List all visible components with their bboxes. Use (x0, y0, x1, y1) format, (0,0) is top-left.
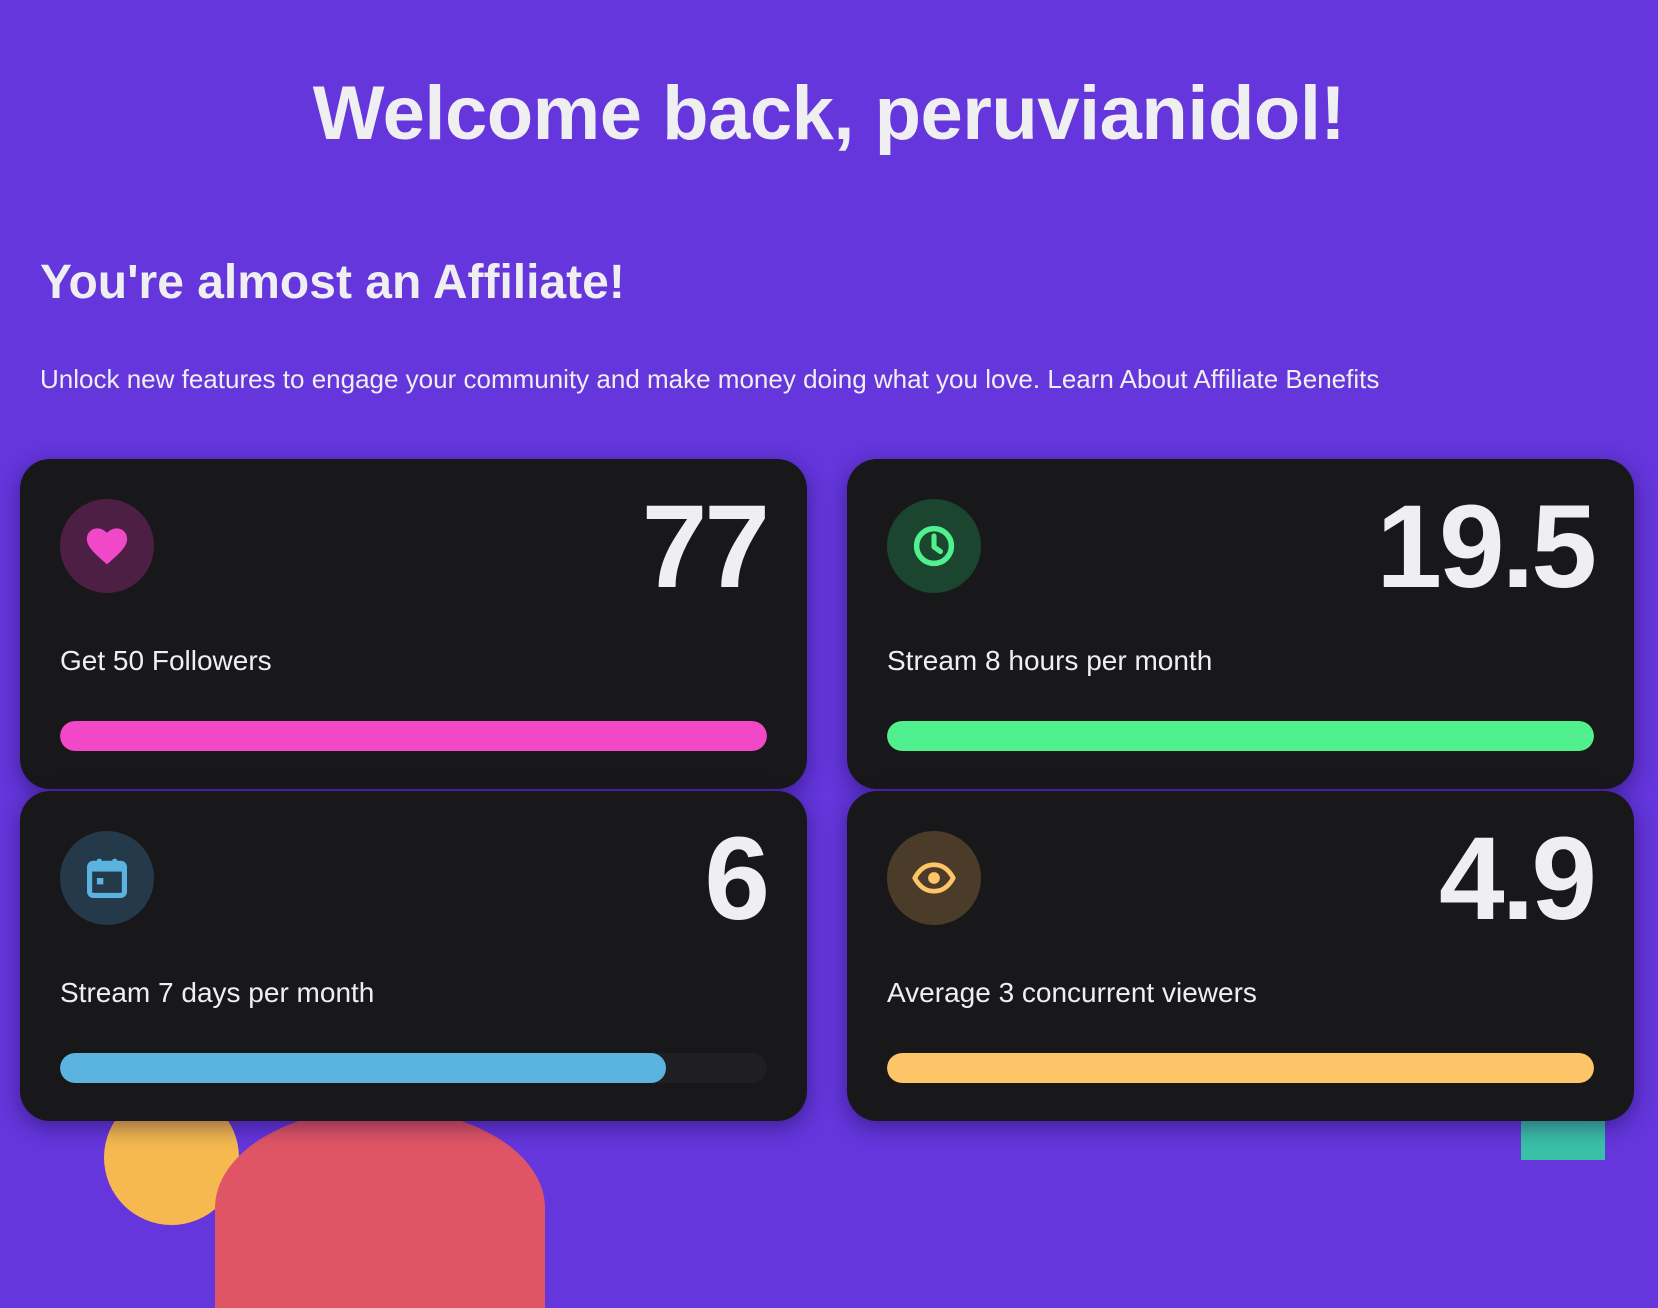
hours-icon-badge (887, 499, 981, 593)
affiliate-description: Unlock new features to engage your commu… (40, 362, 1379, 396)
viewers-label: Average 3 concurrent viewers (887, 977, 1257, 1008)
days-icon-badge (60, 831, 154, 925)
decorative-red-shape (215, 1108, 545, 1308)
viewers-card: 4.9 Average 3 concurrent viewers (847, 791, 1634, 1121)
clock-icon (913, 525, 955, 567)
days-value: 6 (704, 813, 770, 945)
hours-progress-track (887, 721, 1594, 751)
heart-icon (86, 528, 128, 565)
hours-value: 19.5 (1376, 481, 1597, 613)
followers-icon-badge (60, 499, 154, 593)
viewers-progress-fill (887, 1053, 1594, 1083)
hours-progress-fill (887, 721, 1594, 751)
days-progress-fill (60, 1053, 666, 1083)
calendar-icon (87, 858, 127, 898)
followers-label: Get 50 Followers (60, 645, 272, 676)
followers-progress-track (60, 721, 767, 751)
welcome-heading: Welcome back, peruvianidol! (312, 71, 1346, 156)
hours-card: 19.5 Stream 8 hours per month (847, 459, 1634, 789)
viewers-icon-badge (887, 831, 981, 925)
viewers-value: 4.9 (1438, 813, 1597, 945)
days-card: 6 Stream 7 days per month (20, 791, 807, 1121)
affiliate-title: You're almost an Affiliate! (40, 256, 625, 309)
followers-value: 77 (641, 481, 770, 613)
hours-label: Stream 8 hours per month (887, 645, 1213, 676)
affiliate-description-text: Unlock new features to engage your commu… (40, 364, 1041, 394)
eye-icon (912, 862, 956, 894)
viewers-progress-track (887, 1053, 1594, 1083)
affiliate-benefits-link[interactable]: Learn About Affiliate Benefits (1047, 364, 1379, 394)
days-progress-track (60, 1053, 767, 1083)
followers-progress-fill (60, 721, 767, 751)
followers-card: 77 Get 50 Followers (20, 459, 807, 789)
days-label: Stream 7 days per month (60, 977, 375, 1008)
